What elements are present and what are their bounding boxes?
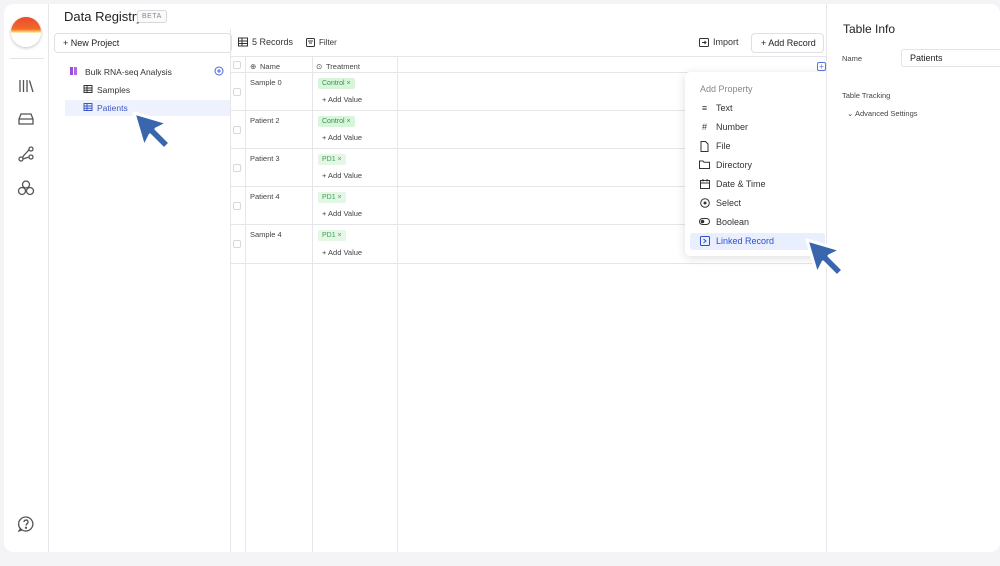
- menu-item-label: Date & Time: [716, 179, 766, 189]
- chevron-down-icon: ⌄: [847, 109, 854, 118]
- add-table-icon[interactable]: [214, 66, 224, 76]
- treatment-tag[interactable]: PD1 ×: [318, 154, 346, 165]
- table-name-field[interactable]: Patients: [901, 49, 1000, 67]
- app-logo[interactable]: [11, 17, 41, 47]
- menu-item-date-time[interactable]: Date & Time: [690, 176, 825, 193]
- menu-item-label: File: [716, 141, 731, 151]
- menu-item-select[interactable]: Select: [690, 195, 825, 212]
- import-button[interactable]: Import: [713, 37, 739, 47]
- treatment-tag[interactable]: Control ×: [318, 78, 355, 89]
- column-header-treatment[interactable]: Treatment: [326, 62, 360, 71]
- row-border: [230, 263, 826, 264]
- add-value-button[interactable]: + Add Value: [322, 95, 362, 104]
- project-label: Bulk RNA-seq Analysis: [85, 67, 172, 77]
- select-icon: ⊙: [316, 62, 323, 71]
- help-icon[interactable]: [16, 514, 36, 534]
- advanced-settings-toggle[interactable]: ⌄ Advanced Settings: [847, 109, 918, 118]
- add-value-button[interactable]: + Add Value: [322, 248, 362, 257]
- sidebar-divider: [230, 29, 231, 552]
- table-top-border: [230, 56, 826, 57]
- row-checkbox[interactable]: [233, 202, 241, 210]
- sidebar-item-label: Patients: [97, 103, 128, 113]
- add-column-button[interactable]: +: [817, 62, 826, 71]
- treatment-tag[interactable]: PD1 ×: [318, 192, 346, 203]
- advanced-settings-label: Advanced Settings: [854, 109, 918, 118]
- row-checkbox[interactable]: [233, 164, 241, 172]
- row-checkbox[interactable]: [233, 88, 241, 96]
- col-border: [312, 56, 313, 552]
- menu-item-label: Boolean: [716, 217, 750, 227]
- left-rail: [4, 4, 49, 552]
- name-icon: ⊕: [250, 62, 257, 71]
- workflow-icon[interactable]: [16, 144, 36, 164]
- menu-item-directory[interactable]: Directory: [690, 157, 825, 174]
- packages-icon[interactable]: [16, 178, 36, 198]
- filter-icon[interactable]: [306, 38, 315, 49]
- menu-item-file[interactable]: File: [690, 138, 825, 155]
- new-project-button[interactable]: + New Project: [54, 33, 232, 53]
- row-name[interactable]: Patient 2: [250, 116, 280, 125]
- panel-title: Table Info: [843, 22, 896, 36]
- row-name[interactable]: Patient 3: [250, 154, 280, 163]
- folder-icon: [699, 160, 710, 171]
- project-item[interactable]: Bulk RNA-seq Analysis: [49, 64, 230, 80]
- menu-item-label: Text: [716, 103, 733, 113]
- row-name[interactable]: Patient 4: [250, 192, 280, 201]
- rail-divider: [10, 58, 44, 59]
- row-name[interactable]: Sample 4: [250, 230, 282, 239]
- library-icon[interactable]: [16, 76, 36, 96]
- table-icon: [83, 84, 93, 94]
- add-property-menu: Add Property ≡ Text # Number File Direct…: [685, 72, 830, 256]
- sidebar-item-samples[interactable]: Samples: [49, 82, 230, 98]
- app-title: Data Registry: [64, 9, 143, 24]
- storage-icon[interactable]: [16, 109, 36, 129]
- project-icon: [69, 66, 79, 76]
- select-icon: [699, 198, 710, 209]
- cursor-arrow-icon: [132, 111, 172, 151]
- add-value-button[interactable]: + Add Value: [322, 171, 362, 180]
- menu-item-label: Number: [716, 122, 749, 132]
- records-icon: [238, 37, 248, 49]
- treatment-tag[interactable]: Control ×: [318, 116, 355, 127]
- select-all-checkbox[interactable]: [233, 61, 241, 69]
- menu-item-label: Directory: [716, 160, 753, 170]
- link-record-icon: [699, 236, 710, 247]
- app-window: Data Registry BETA + New Project Bulk RN…: [4, 4, 1000, 552]
- records-count: 5 Records: [252, 37, 294, 47]
- col-border: [397, 56, 398, 552]
- add-value-button[interactable]: + Add Value: [322, 209, 362, 218]
- treatment-tag[interactable]: PD1 ×: [318, 230, 346, 241]
- menu-title: Add Property: [700, 84, 753, 94]
- row-checkbox[interactable]: [233, 126, 241, 134]
- add-record-button[interactable]: + Add Record: [751, 33, 824, 53]
- table-icon: [83, 102, 93, 112]
- add-value-button[interactable]: + Add Value: [322, 133, 362, 142]
- column-header-name[interactable]: Name: [260, 62, 280, 71]
- toggle-icon: [699, 217, 710, 228]
- table-tracking-label: Table Tracking: [842, 91, 891, 100]
- number-icon: #: [701, 122, 707, 132]
- file-icon: [699, 141, 710, 152]
- beta-badge: BETA: [137, 10, 167, 23]
- row-name[interactable]: Sample 0: [250, 78, 282, 87]
- menu-item-label: Linked Record: [716, 236, 775, 246]
- menu-item-label: Select: [716, 198, 742, 208]
- menu-item-text[interactable]: ≡ Text: [690, 100, 825, 117]
- import-icon[interactable]: [699, 38, 709, 49]
- sidebar-item-label: Samples: [97, 85, 131, 95]
- col-border: [245, 56, 246, 552]
- menu-item-number[interactable]: # Number: [690, 119, 825, 136]
- calendar-icon: [699, 179, 710, 190]
- filter-button[interactable]: Filter: [319, 38, 337, 47]
- row-checkbox[interactable]: [233, 240, 241, 248]
- menu-item-boolean[interactable]: Boolean: [690, 214, 825, 231]
- name-label: Name: [842, 54, 863, 63]
- cursor-arrow-icon: [805, 238, 845, 278]
- text-icon: ≡: [701, 103, 708, 113]
